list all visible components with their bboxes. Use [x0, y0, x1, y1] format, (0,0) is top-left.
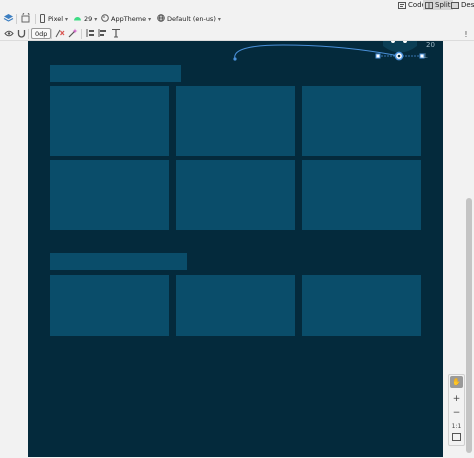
- wand-icon: [68, 28, 78, 40]
- align-button[interactable]: [98, 28, 108, 40]
- align-icon: [98, 28, 108, 40]
- infer-constraints-button[interactable]: [68, 28, 78, 40]
- guidelines-button[interactable]: [111, 28, 121, 40]
- chevron-down-icon: ▾: [94, 15, 98, 23]
- card-placeholder[interactable]: [302, 160, 421, 230]
- phone-icon: [40, 13, 45, 25]
- autoconnect-toggle[interactable]: [17, 28, 26, 40]
- eye-icon: [4, 29, 14, 40]
- card-placeholder[interactable]: [302, 86, 421, 156]
- vertical-scrollbar[interactable]: [466, 198, 472, 453]
- section-header-placeholder[interactable]: [50, 65, 181, 82]
- zoom-out-button[interactable]: −: [449, 406, 464, 419]
- default-margin-selector[interactable]: 0dp: [31, 28, 52, 39]
- design-mode-label: Desi: [461, 1, 474, 9]
- layout-editor: Code Split Desi: [0, 0, 474, 458]
- palette-icon: [101, 14, 109, 24]
- view-options-button[interactable]: [4, 28, 14, 40]
- resize-handle[interactable]: [375, 53, 381, 59]
- fit-screen-icon: [452, 433, 461, 444]
- card-placeholder[interactable]: [50, 275, 169, 336]
- card-placeholder[interactable]: [176, 86, 295, 156]
- design-toolbar: 0dp: [0, 27, 474, 41]
- locale-selector[interactable]: Default (en-us) ▾: [157, 13, 221, 25]
- android-icon: [73, 15, 82, 23]
- blueprint-canvas[interactable]: 20 ⊥: [28, 41, 443, 457]
- zoom-in-button[interactable]: +: [449, 392, 464, 405]
- plus-icon: +: [452, 393, 461, 404]
- orientation-button[interactable]: [20, 11, 31, 26]
- api-level-selector[interactable]: 29 ▾: [73, 13, 97, 25]
- pack-icon: [85, 28, 95, 40]
- margin-label: 0dp: [35, 29, 48, 38]
- layers-button[interactable]: [3, 13, 14, 25]
- split-view-icon: [425, 1, 433, 9]
- card-placeholder[interactable]: [50, 86, 169, 156]
- design-mode-button[interactable]: Desi: [449, 0, 474, 10]
- selected-view-shape: [383, 41, 417, 53]
- device-label: Pixel: [48, 15, 64, 23]
- design-view-icon: [451, 1, 459, 9]
- device-toolbar: Pixel ▾ 29 ▾ AppTheme ▾ Default (en-us) …: [0, 11, 474, 27]
- chevron-down-icon: ▾: [65, 15, 69, 23]
- chevron-down-icon: ▾: [148, 15, 152, 23]
- card-placeholder[interactable]: [302, 275, 421, 336]
- view-mode-bar: Code Split Desi: [0, 0, 474, 11]
- error-indicator-icon[interactable]: !: [461, 28, 471, 40]
- card-placeholder[interactable]: [176, 160, 295, 230]
- magnet-icon: [17, 29, 26, 40]
- api-level-label: 29: [84, 15, 93, 23]
- constraint-line: [234, 44, 400, 60]
- constraint-margin-value: 20: [426, 41, 435, 49]
- constraint-overlay: [233, 41, 425, 61]
- hand-icon: ✋: [452, 378, 461, 386]
- chevron-down-icon: ▾: [217, 15, 221, 23]
- constraint-anchor[interactable]: [233, 57, 237, 61]
- card-placeholder[interactable]: [50, 160, 169, 230]
- code-view-icon: [398, 1, 406, 9]
- pan-button[interactable]: ✋: [450, 376, 463, 388]
- theme-selector[interactable]: AppTheme ▾: [101, 13, 151, 25]
- left-gutter: [0, 41, 28, 458]
- section-header-placeholder[interactable]: [50, 253, 187, 270]
- vertical-bias-icon: ⊥: [422, 52, 429, 60]
- layers-icon: [3, 13, 14, 26]
- minus-icon: −: [452, 407, 461, 418]
- locale-label: Default (en-us): [167, 15, 216, 23]
- clear-constraints-icon: [55, 28, 65, 40]
- guideline-icon: [111, 28, 121, 40]
- zoom-fit-label: 1:1: [451, 423, 462, 430]
- rotate-icon: [20, 11, 31, 26]
- card-placeholder[interactable]: [176, 275, 295, 336]
- pack-button[interactable]: [85, 28, 95, 40]
- zoom-to-fit-button[interactable]: [449, 432, 464, 445]
- theme-label: AppTheme: [111, 15, 147, 23]
- clear-constraints-button[interactable]: [55, 28, 65, 40]
- globe-icon: [157, 14, 165, 24]
- zoom-controls: ✋ + − 1:1: [448, 374, 465, 446]
- device-selector[interactable]: Pixel ▾: [40, 13, 68, 25]
